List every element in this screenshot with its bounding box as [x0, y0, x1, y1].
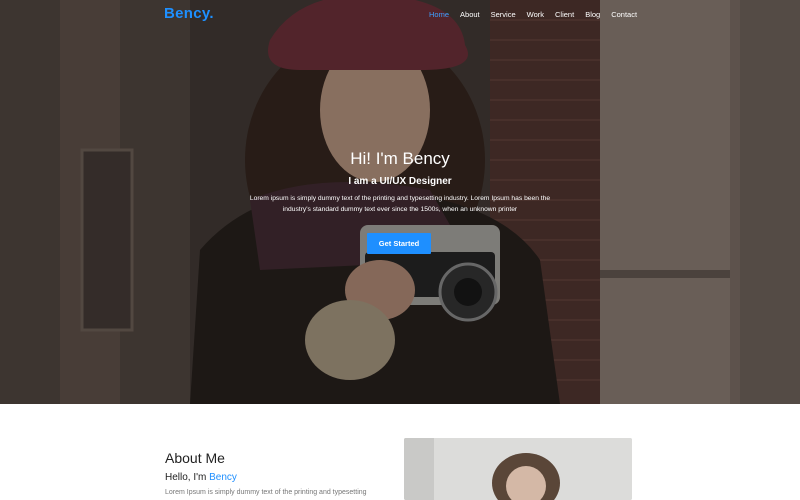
about-photo-image [404, 438, 632, 500]
about-photo [404, 438, 632, 500]
about-hello-prefix: Hello, I'm [165, 472, 210, 483]
nav-blog[interactable]: Blog [585, 10, 600, 19]
nav-service[interactable]: Service [491, 10, 516, 19]
main-nav: Home About Service Work Client Blog Cont… [429, 10, 648, 19]
about-title: About Me [165, 450, 225, 466]
get-started-button[interactable]: Get Started [367, 233, 431, 254]
about-hello: Hello, I'm Bency [165, 472, 237, 483]
nav-contact[interactable]: Contact [611, 10, 637, 19]
hero-description: Lorem ipsum is simply dummy text of the … [249, 195, 551, 213]
nav-home[interactable]: Home [429, 10, 449, 19]
hero-title: Hi! I'm Bency [350, 149, 450, 168]
nav-about[interactable]: About [460, 10, 480, 19]
brand-logo[interactable]: Bency. [164, 5, 214, 22]
about-text: Lorem Ipsum is simply dummy text of the … [165, 489, 367, 496]
about-hello-name: Bency [209, 472, 237, 483]
nav-work[interactable]: Work [527, 10, 544, 19]
hero-subtitle: I am a UI/UX Designer [348, 176, 452, 187]
nav-client[interactable]: Client [555, 10, 574, 19]
